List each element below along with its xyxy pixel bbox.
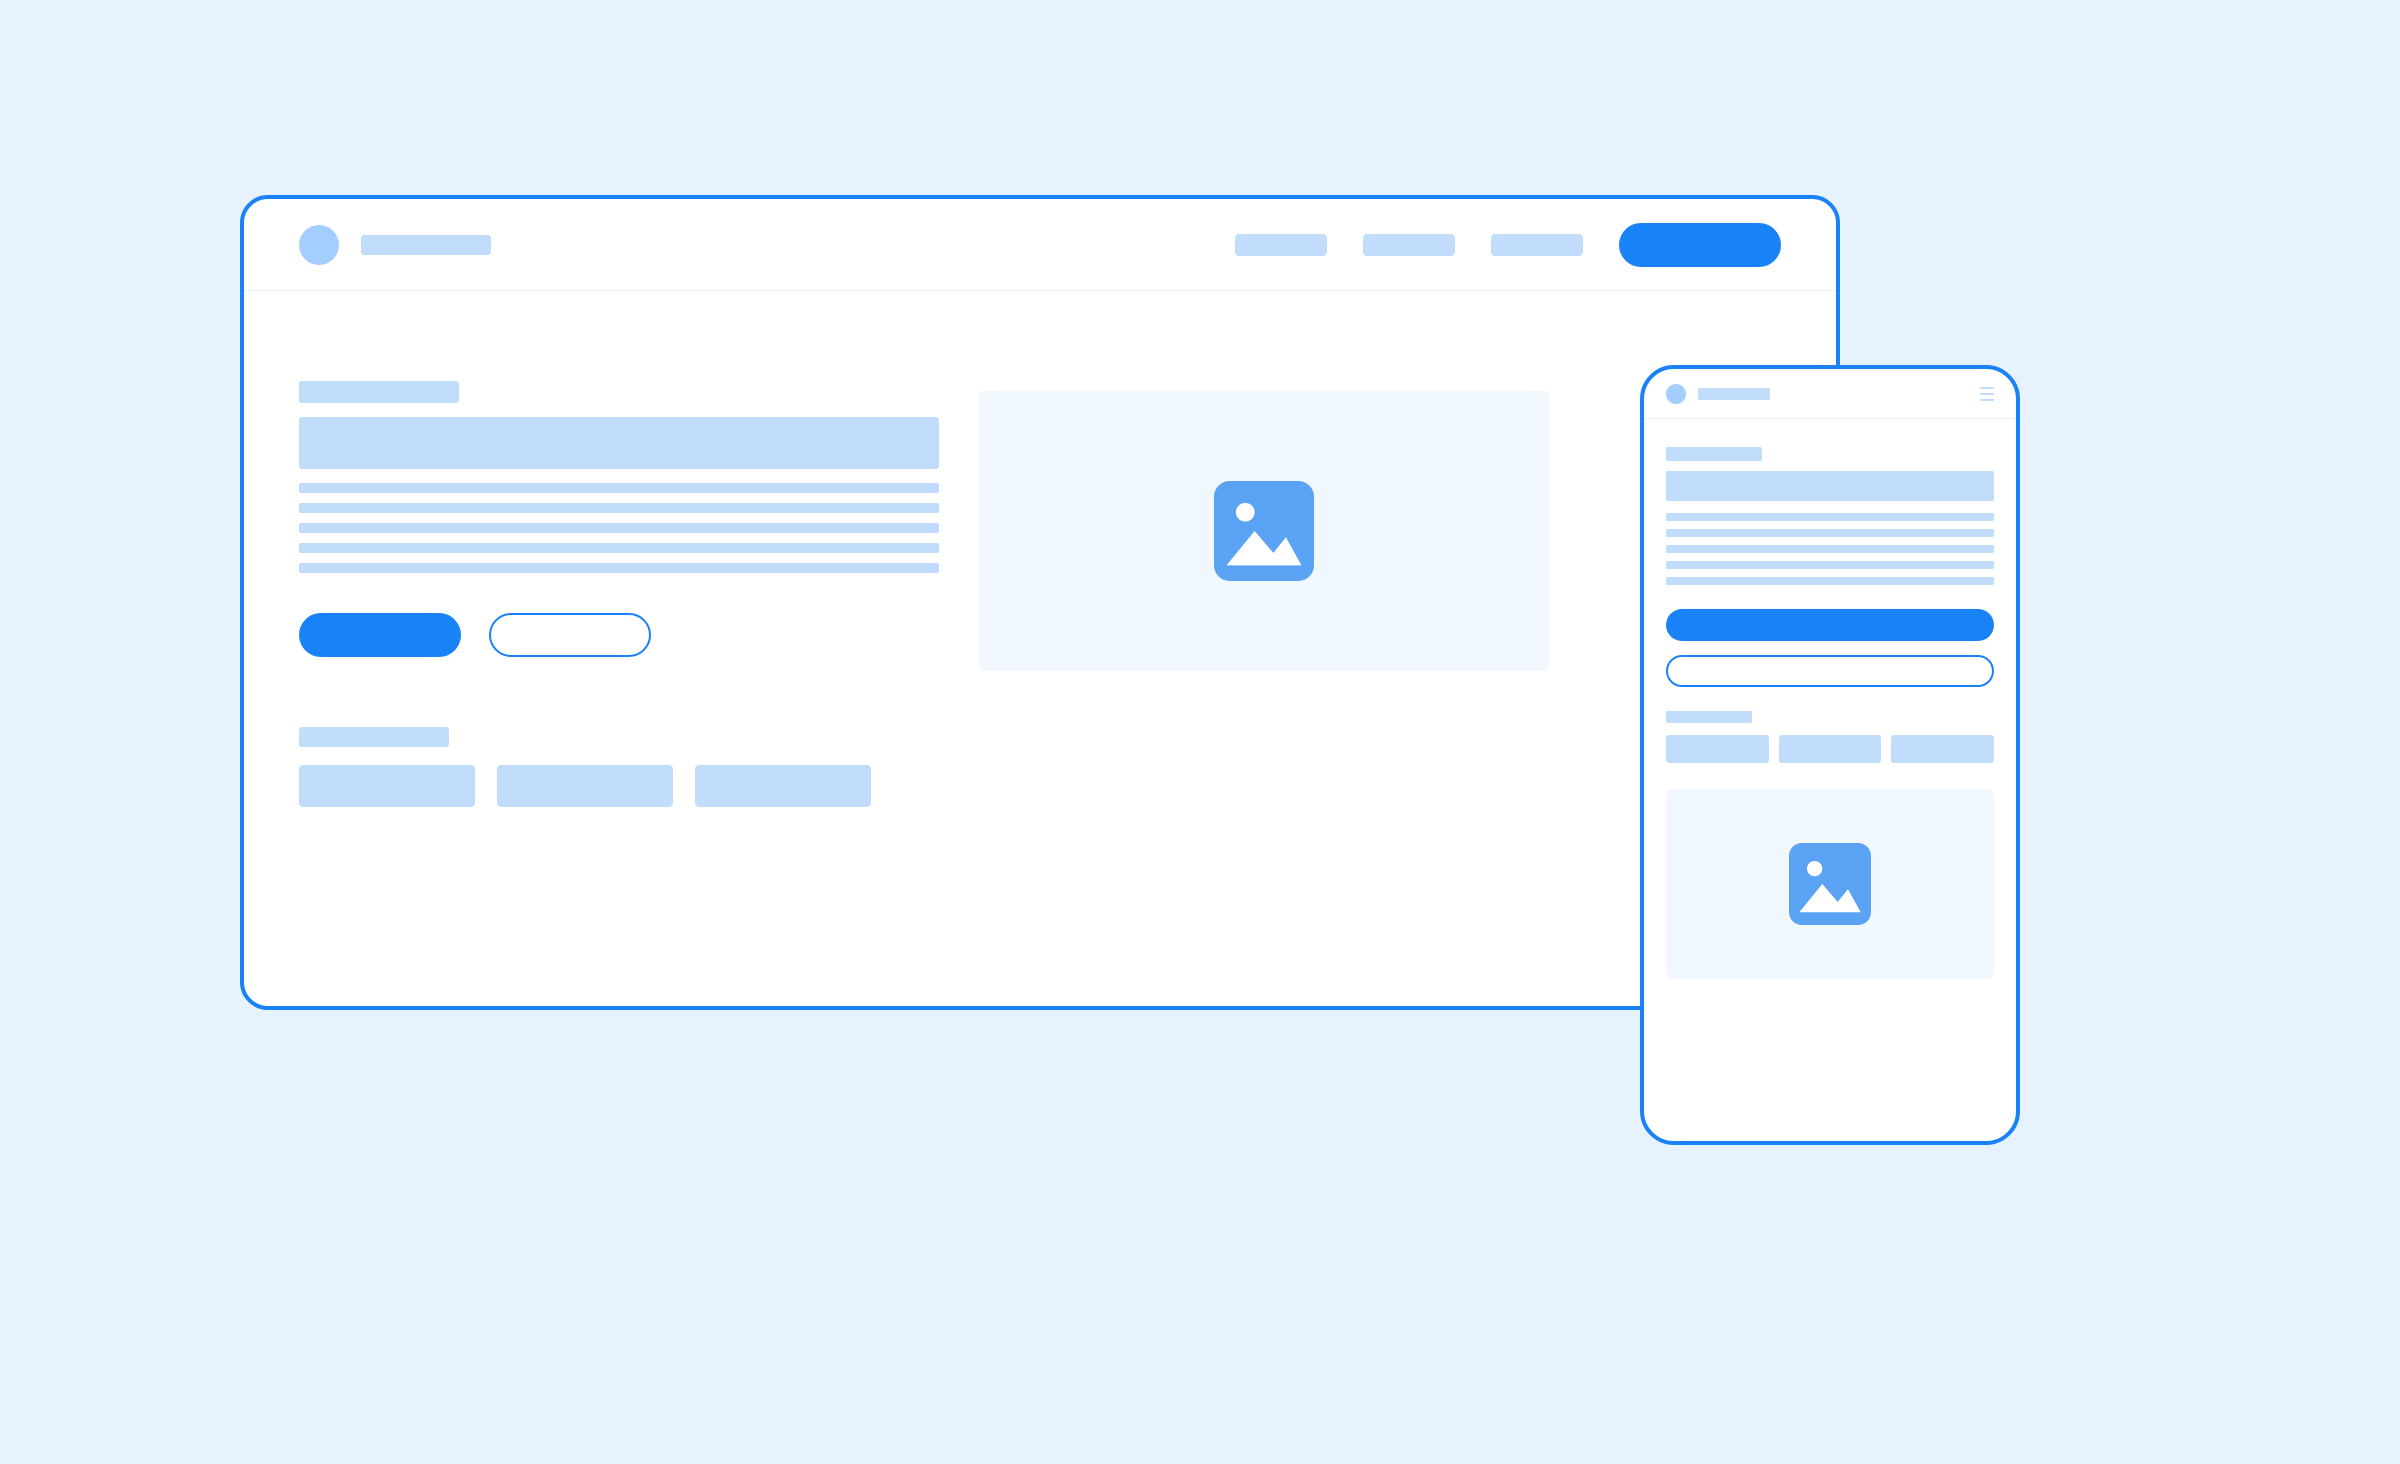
- desktop-nav: [1235, 223, 1781, 267]
- hero-eyebrow: [1666, 447, 1762, 461]
- hero-text-column: [299, 381, 939, 807]
- chip[interactable]: [497, 765, 673, 807]
- mobile-header: [1644, 369, 2016, 419]
- secondary-button[interactable]: [1666, 655, 1994, 687]
- mobile-frame: [1640, 365, 2020, 1145]
- chip[interactable]: [299, 765, 475, 807]
- text-line: [299, 543, 939, 553]
- text-line: [1666, 529, 1994, 537]
- hero-title: [1666, 471, 1994, 501]
- hero-media-panel: [979, 391, 1549, 671]
- desktop-hero: [244, 291, 1836, 807]
- text-line: [299, 523, 939, 533]
- header-cta-button[interactable]: [1619, 223, 1781, 267]
- brand-name-placeholder: [361, 235, 491, 255]
- logo-mark[interactable]: [299, 225, 339, 265]
- hero-button-row: [299, 613, 939, 657]
- text-line: [1666, 577, 1994, 585]
- text-line: [1666, 561, 1994, 569]
- image-icon: [1214, 481, 1314, 581]
- nav-item[interactable]: [1235, 234, 1327, 256]
- hero-media-panel: [1666, 789, 1994, 979]
- text-line: [299, 483, 939, 493]
- hero-paragraph: [1666, 513, 1994, 585]
- desktop-frame: [240, 195, 1840, 1010]
- primary-button[interactable]: [299, 613, 461, 657]
- hero-subheading: [299, 727, 449, 747]
- chip[interactable]: [1666, 735, 1769, 763]
- primary-button[interactable]: [1666, 609, 1994, 641]
- brand-name-placeholder: [1698, 388, 1770, 400]
- nav-item[interactable]: [1491, 234, 1583, 256]
- hero-eyebrow: [299, 381, 459, 403]
- hero-paragraph: [299, 483, 939, 573]
- logo-mark[interactable]: [1666, 384, 1686, 404]
- text-line: [299, 503, 939, 513]
- hamburger-icon[interactable]: [1980, 387, 1994, 401]
- secondary-button[interactable]: [489, 613, 651, 657]
- text-line: [1666, 513, 1994, 521]
- chip[interactable]: [695, 765, 871, 807]
- mobile-hero: [1644, 419, 2016, 979]
- hero-title: [299, 417, 939, 469]
- chip[interactable]: [1891, 735, 1994, 763]
- nav-item[interactable]: [1363, 234, 1455, 256]
- image-icon: [1789, 843, 1871, 925]
- text-line: [299, 563, 939, 573]
- hero-subheading: [1666, 711, 1752, 723]
- hero-chip-row: [1666, 735, 1994, 763]
- chip[interactable]: [1779, 735, 1882, 763]
- hero-chip-row: [299, 765, 939, 807]
- text-line: [1666, 545, 1994, 553]
- desktop-header: [244, 199, 1836, 291]
